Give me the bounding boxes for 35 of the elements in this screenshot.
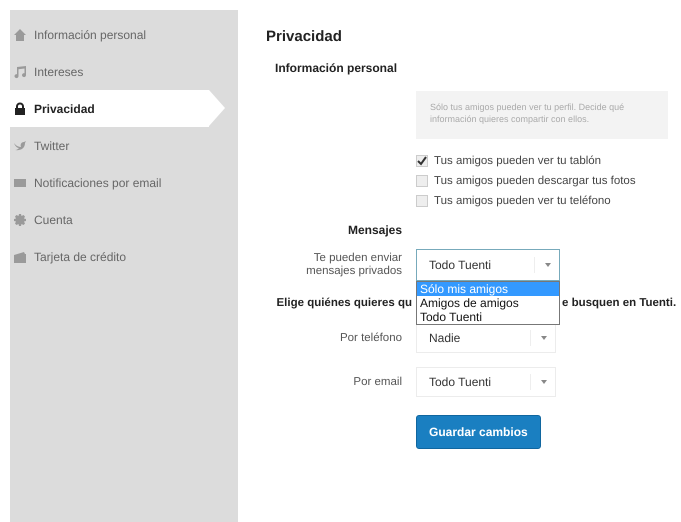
checkbox[interactable] — [416, 155, 428, 167]
checkbox-label: Tus amigos pueden ver tu tablón — [434, 155, 602, 167]
select-field[interactable]: Todo Tuenti — [416, 367, 556, 397]
sidebar-item[interactable]: Información personal — [10, 16, 238, 53]
lock-icon — [13, 102, 27, 116]
field-label: Te pueden enviar mensajes privados — [305, 252, 403, 278]
section-heading: Mensajes — [346, 223, 403, 237]
bird-icon — [13, 138, 27, 152]
checkbox-label: Tus amigos pueden ver tu teléfono — [434, 195, 611, 207]
dropdown-option[interactable]: Todo Tuenti — [417, 310, 559, 324]
sidebar-item[interactable]: Notificaciones por email — [10, 164, 238, 201]
info-text: Sólo tus amigos pueden ver tu perfil. Decide qué información quieres compartir con ellos. — [416, 91, 668, 139]
field-label: Por email — [352, 376, 403, 388]
house-icon — [13, 28, 27, 42]
section-heading: e busquen en Tuenti. — [562, 297, 676, 309]
music-note-icon — [13, 64, 27, 78]
select-field[interactable]: Todo Tuenti — [416, 249, 560, 281]
settings-icon — [13, 212, 27, 226]
caret-icon — [541, 336, 547, 340]
dropdown-option[interactable]: Sólo mis amigos — [417, 282, 559, 296]
caret-icon — [545, 263, 551, 267]
dropdown-option[interactable]: Amigos de amigos — [417, 296, 559, 310]
sidebar-item[interactable]: Cuenta — [10, 201, 238, 238]
sidebar-item[interactable]: Intereses — [10, 53, 238, 90]
field-label: Por teléfono — [338, 332, 403, 344]
checkbox-label: Tus amigos pueden descargar tus fotos — [434, 175, 636, 187]
section-heading: Información personal — [275, 61, 398, 75]
page-title: Privacidad — [266, 28, 343, 45]
save-button[interactable]: Guardar cambios — [416, 415, 541, 449]
section-heading: Elige quiénes quieres qu — [276, 297, 412, 309]
select-field[interactable]: Nadie — [416, 323, 556, 353]
sidebar-item[interactable]: Twitter — [10, 127, 238, 164]
caret-icon — [541, 380, 547, 384]
card-icon — [13, 250, 27, 264]
sidebar-item[interactable]: Tarjeta de crédito — [10, 238, 238, 275]
